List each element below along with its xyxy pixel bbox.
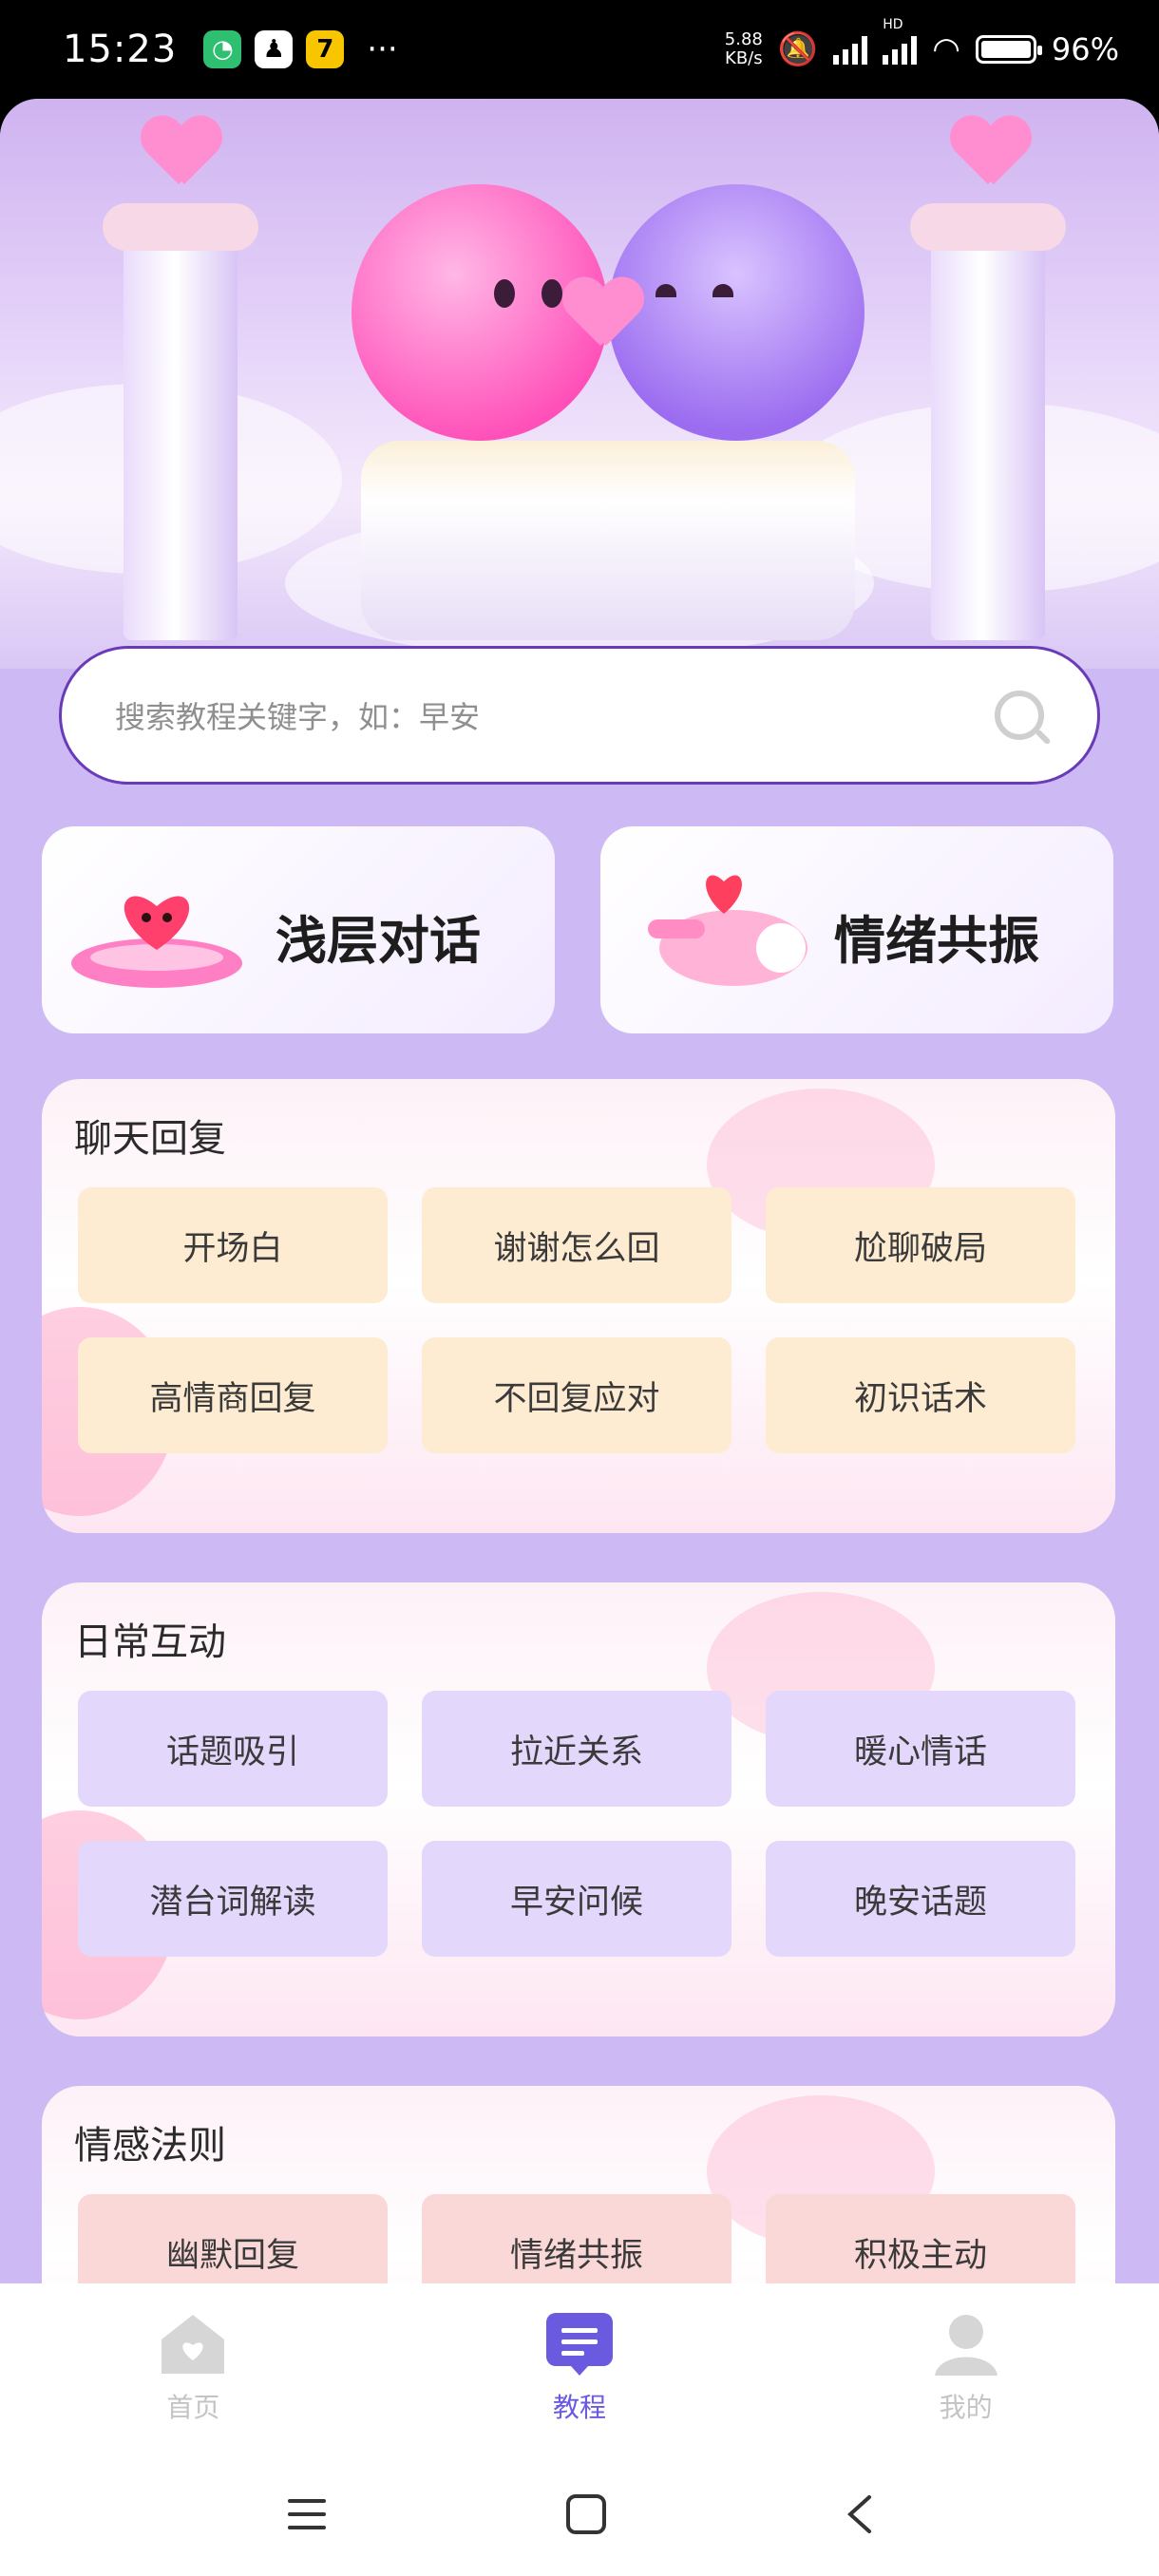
profile-icon — [934, 2315, 998, 2376]
hero-banner — [0, 99, 1159, 669]
nav-home[interactable]: 首页 — [98, 2311, 288, 2425]
search-bar[interactable]: 搜索教程关键字，如：早安 — [59, 646, 1100, 785]
section-emotion-rules: 情感法则 幽默回复 情绪共振 积极主动 — [42, 2086, 1115, 2283]
qq-icon: ♟ — [255, 30, 294, 68]
network-speed-value: 5.88 — [724, 29, 763, 49]
chip-no-reply-response[interactable]: 不回复应对 — [422, 1337, 732, 1453]
nav-tutorial[interactable]: 教程 — [484, 2311, 674, 2425]
section-title: 日常互动 — [74, 1620, 226, 1664]
battery-level: 96% — [1051, 31, 1119, 67]
search-icon[interactable] — [995, 691, 1044, 740]
section-title: 聊天回复 — [74, 1117, 226, 1161]
right-pillar — [910, 203, 1066, 640]
battery-icon — [975, 35, 1042, 64]
bottom-nav: 首页 教程 我的 — [0, 2283, 1159, 2453]
purple-mascot — [608, 184, 864, 441]
chip-emotional-resonance[interactable]: 情绪共振 — [422, 2194, 732, 2283]
chip-topic-attract[interactable]: 话题吸引 — [78, 1691, 388, 1807]
network-speed-unit: KB/s — [725, 48, 763, 68]
plane-heart-icon — [648, 875, 808, 986]
chip-high-eq-reply[interactable]: 高情商回复 — [78, 1337, 388, 1453]
signal-hd-icon: HD — [883, 17, 918, 65]
feature-card-emotional-resonance[interactable]: 情绪共振 — [600, 826, 1113, 1033]
status-bar: 15:23 ◔ ♟ 7 ··· 5.88 KB/s 🔕 HD ◠ 96% — [0, 0, 1159, 99]
network-speed: 5.88 KB/s — [725, 30, 763, 68]
chip-reply-thanks[interactable]: 谢谢怎么回 — [422, 1187, 732, 1303]
nav-label: 我的 — [939, 2392, 993, 2423]
center-heart-icon — [562, 279, 638, 348]
app-seven-icon: 7 — [306, 30, 345, 68]
home-button-icon[interactable] — [565, 2493, 607, 2535]
chip-opening-line[interactable]: 开场白 — [78, 1187, 388, 1303]
back-icon[interactable] — [845, 2493, 873, 2535]
section-daily-interaction: 日常互动 话题吸引 拉近关系 暖心情话 潜台词解读 早安问候 晚安话题 — [42, 1582, 1115, 2036]
feature-card-shallow-talk[interactable]: 浅层对话 — [42, 826, 555, 1033]
chip-first-meet-talk[interactable]: 初识话术 — [766, 1337, 1075, 1453]
left-pillar — [103, 203, 258, 640]
chip-good-morning[interactable]: 早安问候 — [422, 1841, 732, 1957]
pedestal — [361, 441, 855, 640]
right-heart-icon — [950, 118, 1026, 186]
search-input[interactable]: 搜索教程关键字，如：早安 — [115, 693, 995, 737]
chip-get-closer[interactable]: 拉近关系 — [422, 1691, 732, 1807]
feature-label: 情绪共振 — [834, 911, 1039, 971]
chip-warm-words[interactable]: 暖心情话 — [766, 1691, 1075, 1807]
network-label: HD — [883, 17, 903, 32]
more-notifications-icon: ··· — [367, 30, 398, 68]
section-title: 情感法则 — [74, 2124, 226, 2168]
nav-label: 教程 — [552, 2392, 606, 2423]
signal-icon — [833, 34, 868, 65]
feature-label: 浅层对话 — [276, 911, 481, 971]
app-content: 搜索教程关键字，如：早安 浅层对话 情绪共振 聊天回复 开场白 谢谢怎么回 尬聊… — [0, 99, 1159, 2283]
chip-be-proactive[interactable]: 积极主动 — [766, 2194, 1075, 2283]
menu-icon[interactable] — [286, 2495, 328, 2533]
chip-good-night[interactable]: 晚安话题 — [766, 1841, 1075, 1957]
chip-humor-reply[interactable]: 幽默回复 — [78, 2194, 388, 2283]
notification-icons: ◔ ♟ 7 ··· — [203, 30, 398, 68]
left-heart-icon — [141, 118, 217, 186]
mute-icon: 🔕 — [777, 30, 819, 68]
chip-break-awkward[interactable]: 尬聊破局 — [766, 1187, 1075, 1303]
section-chat-reply: 聊天回复 开场白 谢谢怎么回 尬聊破局 高情商回复 不回复应对 初识话术 — [42, 1079, 1115, 1533]
tutorial-icon — [545, 2313, 613, 2376]
status-time: 15:23 — [63, 28, 178, 71]
nav-label: 首页 — [166, 2392, 220, 2423]
nav-profile[interactable]: 我的 — [871, 2311, 1061, 2425]
wifi-icon: ◠ — [932, 30, 960, 68]
home-icon — [162, 2315, 225, 2374]
system-nav-bar — [0, 2453, 1159, 2576]
app-notification-icon: ◔ — [203, 30, 242, 68]
chip-subtext-reading[interactable]: 潜台词解读 — [78, 1841, 388, 1957]
ufo-heart-icon — [71, 896, 242, 988]
